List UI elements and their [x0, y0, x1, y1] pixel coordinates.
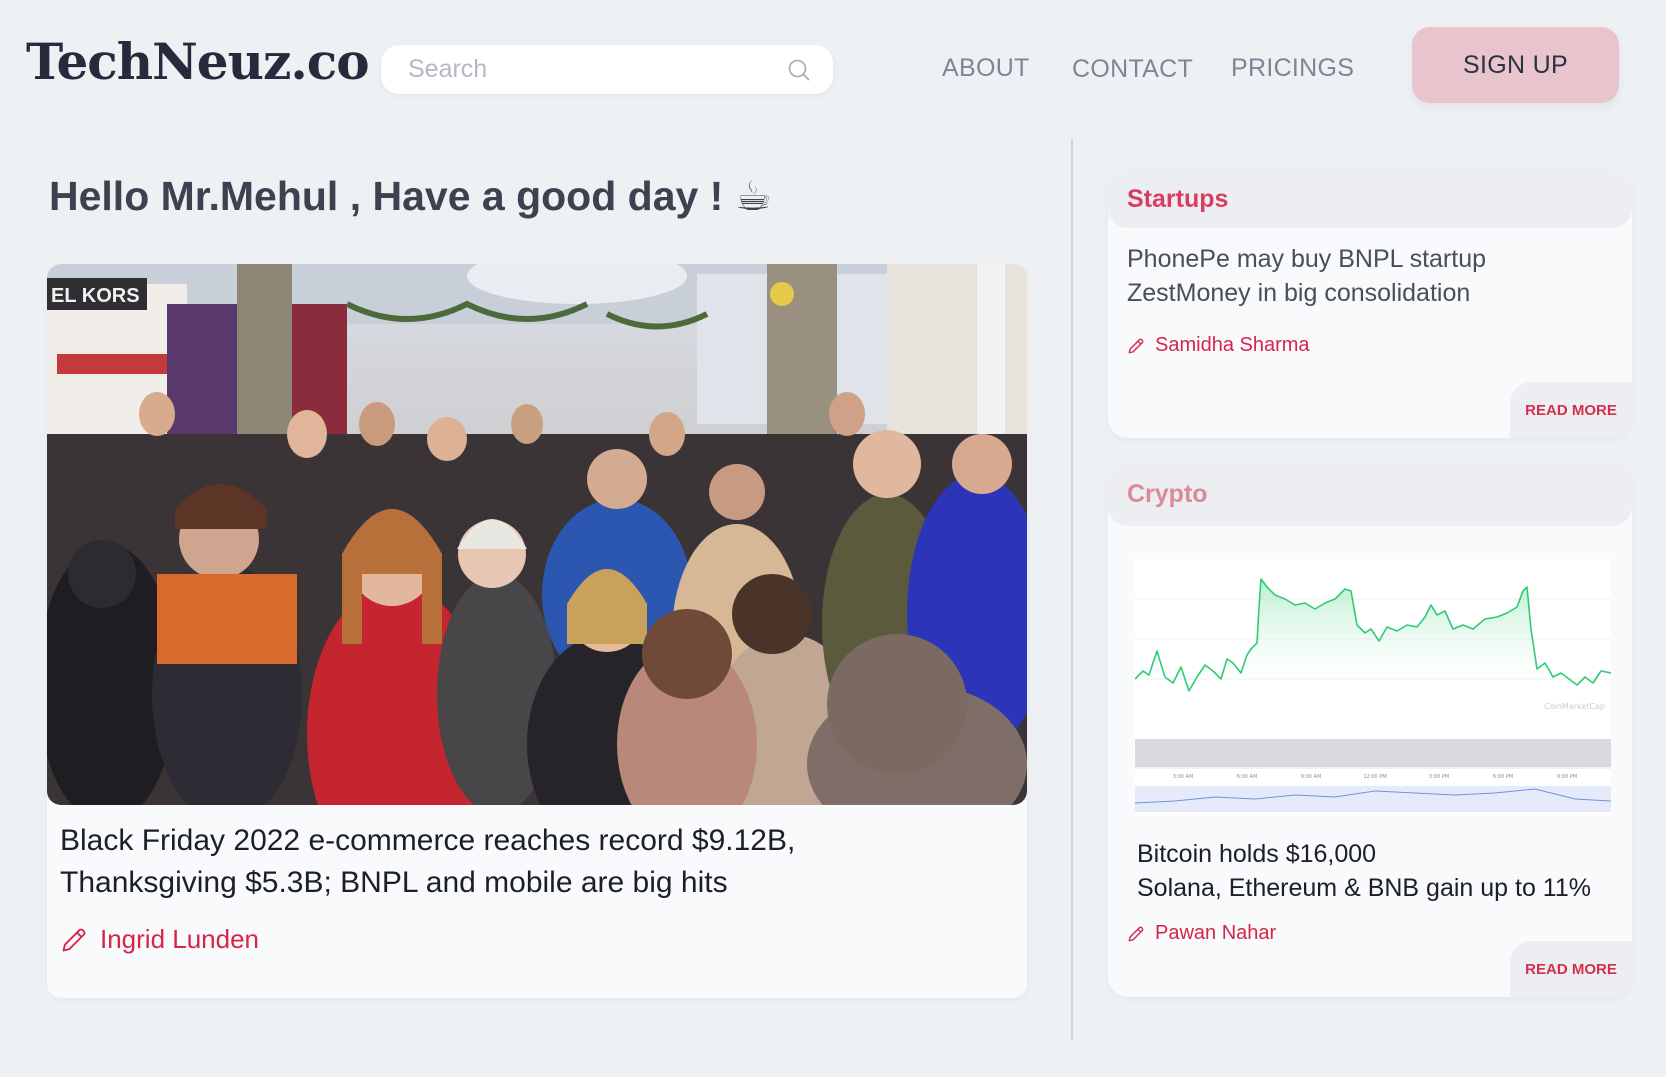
crypto-author[interactable]: Pawan Nahar [1127, 922, 1276, 945]
headline-line-1: PhonePe may buy BNPL startup [1127, 245, 1486, 273]
startups-card[interactable]: Startups PhonePe may buy BNPL startup Ze… [1108, 170, 1632, 438]
store-sign: EL KORS [51, 285, 140, 307]
headline-line-2: Thanksgiving $5.3B; BNPL and mobile are … [60, 866, 728, 899]
search-bar[interactable] [381, 45, 833, 94]
startups-headline[interactable]: PhonePe may buy BNPL startup ZestMoney i… [1127, 242, 1607, 310]
time-tick: 3:00 PM [1429, 774, 1449, 780]
headline-line-2: Solana, Ethereum & BNB gain up to 11% [1137, 874, 1591, 902]
nav-pricings[interactable]: PRICINGS [1231, 54, 1354, 83]
category-header-crypto[interactable]: Crypto [1108, 462, 1632, 526]
bitcoin-price-chart: CoinMarketCap 3:00 AM 6:00 AM 9:00 AM 12… [1134, 559, 1612, 816]
time-tick: 6:00 PM [1493, 774, 1513, 780]
search-icon[interactable] [787, 58, 811, 82]
author-name: Pawan Nahar [1155, 922, 1277, 944]
pen-icon [1128, 926, 1144, 941]
startups-author[interactable]: Samidha Sharma [1127, 334, 1310, 357]
headline-line-1: Bitcoin holds $16,000 [1137, 840, 1377, 868]
pen-icon [62, 928, 86, 951]
headline-line-2: ZestMoney in big consolidation [1127, 279, 1471, 307]
sign-up-button[interactable]: SIGN UP [1412, 27, 1619, 103]
time-axis: 3:00 AM 6:00 AM 9:00 AM 12:00 PM 3:00 PM… [1173, 774, 1577, 780]
time-tick: 3:00 AM [1173, 774, 1194, 780]
headline-line-1: Black Friday 2022 e-commerce reaches rec… [60, 824, 796, 857]
crypto-card[interactable]: Crypto CoinMarketCap 3:00 AM 6:00 AM 9:0… [1108, 462, 1632, 997]
read-more-button[interactable]: READ MORE [1510, 941, 1632, 997]
time-tick: 6:00 AM [1237, 774, 1258, 780]
featured-article-author[interactable]: Ingrid Lunden [60, 924, 259, 955]
pen-icon [1128, 338, 1144, 353]
featured-article-card[interactable]: EL KORS Black Friday 2022 e-commerce rea… [47, 264, 1027, 998]
greeting-heading: Hello Mr.Mehul , Have a good day ! ☕ [49, 173, 772, 219]
volume-bars [1135, 739, 1611, 767]
author-name: Samidha Sharma [1155, 334, 1310, 356]
nav-contact[interactable]: CONTACT [1072, 55, 1193, 84]
author-name: Ingrid Lunden [100, 924, 260, 954]
column-divider [1071, 140, 1073, 1040]
time-tick: 12:00 PM [1363, 774, 1386, 780]
featured-article-image[interactable]: EL KORS [47, 264, 1027, 805]
category-header-startups[interactable]: Startups [1108, 170, 1632, 228]
site-logo[interactable]: TechNeuz.co [26, 32, 370, 91]
time-tick: 9:00 PM [1557, 774, 1577, 780]
featured-article-headline[interactable]: Black Friday 2022 e-commerce reaches rec… [60, 820, 920, 904]
price-chart-svg: CoinMarketCap 3:00 AM 6:00 AM 9:00 AM 12… [1134, 578, 1612, 812]
chart-watermark: CoinMarketCap [1544, 702, 1605, 711]
read-more-button[interactable]: READ MORE [1510, 382, 1632, 438]
range-navigator[interactable] [1134, 786, 1612, 812]
nav-about[interactable]: ABOUT [942, 54, 1030, 83]
time-tick: 9:00 AM [1301, 774, 1322, 780]
crowd-photo: EL KORS [47, 264, 1027, 805]
crypto-headline[interactable]: Bitcoin holds $16,000 Solana, Ethereum &… [1137, 837, 1617, 905]
search-input[interactable] [408, 55, 787, 84]
